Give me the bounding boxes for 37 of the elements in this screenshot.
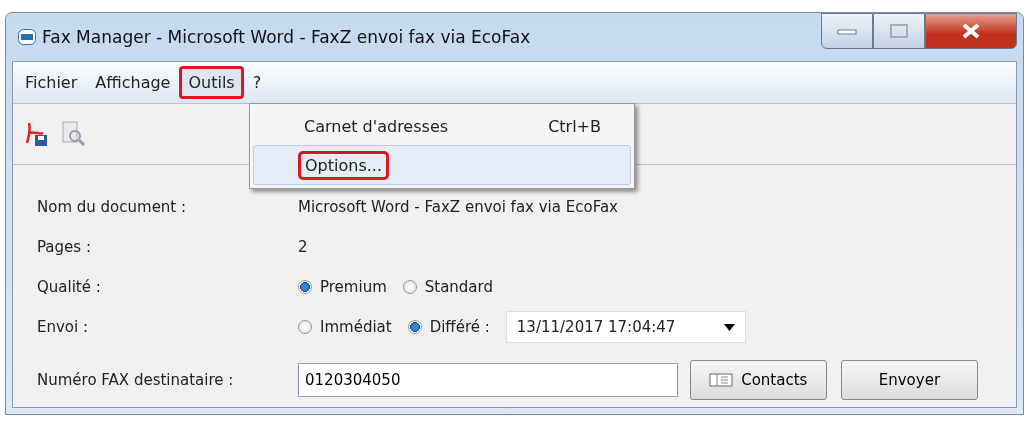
field-label: Nom du document :	[37, 198, 188, 216]
field-label: Pages :	[37, 238, 92, 256]
dropdown-arrow-icon	[723, 323, 735, 331]
radio-icon[interactable]	[298, 280, 312, 294]
radio-icon[interactable]	[402, 280, 417, 294]
field-label: Numéro FAX destinataire :	[37, 371, 235, 389]
pdf-save-icon[interactable]	[25, 121, 49, 147]
field-label: Qualité :	[37, 278, 102, 296]
send-button[interactable]: Envoyer	[840, 360, 978, 400]
menu-item[interactable]: Affichage	[86, 66, 180, 99]
field-label: Envoi :	[37, 318, 90, 336]
radio-icon[interactable]	[298, 320, 312, 334]
radio-option[interactable]: Standard	[402, 278, 493, 296]
menu-item[interactable]: Carnet d'adresses Ctrl+B	[253, 107, 631, 145]
datetime-picker[interactable]: 13/11/2017 17:04:47	[505, 311, 746, 343]
page-count: 2	[298, 238, 308, 256]
close-icon	[962, 23, 980, 39]
preview-icon[interactable]	[61, 121, 87, 147]
address-book-icon	[709, 373, 734, 387]
minimize-icon	[837, 27, 857, 35]
radio-option[interactable]: Immédiat	[298, 318, 392, 336]
menu-item[interactable]: ?	[243, 66, 271, 99]
maximize-button[interactable]	[873, 13, 925, 49]
radio-option[interactable]: Différé :	[407, 318, 490, 336]
contacts-button[interactable]: Contacts	[689, 360, 827, 400]
fax-number-field[interactable]: 0120304050	[298, 363, 678, 397]
minimize-button[interactable]	[821, 13, 873, 49]
menu-item[interactable]: Outils	[179, 66, 244, 99]
menu-item[interactable]: Fichier	[16, 66, 87, 99]
close-button[interactable]	[925, 13, 1017, 49]
window-title: Fax Manager - Microsoft Word - FaxZ envoi fax via EcoFax	[42, 27, 531, 47]
fax-logo-icon	[18, 29, 36, 45]
radio-option[interactable]: Premium	[298, 278, 387, 296]
maximize-icon	[890, 24, 908, 38]
radio-icon[interactable]	[407, 320, 422, 334]
menu-item[interactable]: Options...	[253, 145, 631, 185]
document-name: Microsoft Word - FaxZ envoi fax via EcoFax	[298, 198, 618, 216]
